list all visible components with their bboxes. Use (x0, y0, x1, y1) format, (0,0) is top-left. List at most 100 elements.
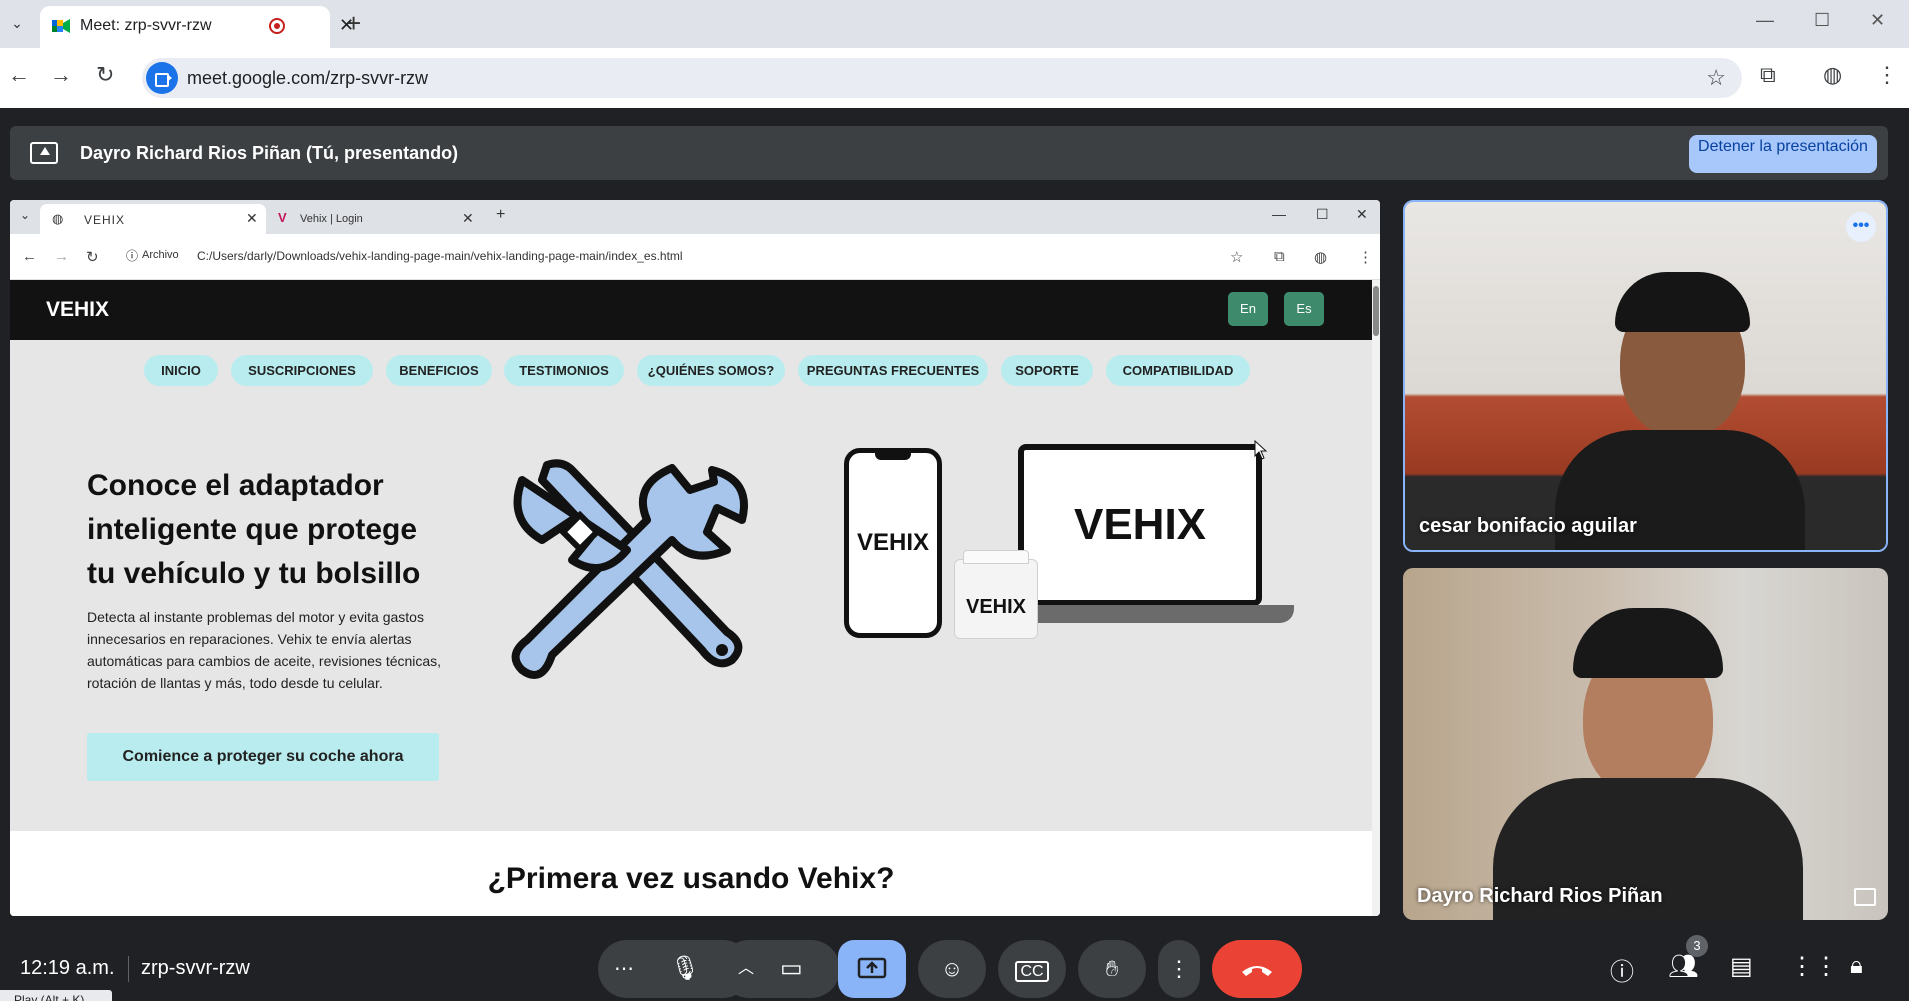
people-icon[interactable]: 👥︎ (1668, 952, 1698, 981)
raise-hand-button[interactable]: ✋︎ (1078, 940, 1146, 998)
shared-extensions-icon: ⧉ (1274, 248, 1285, 265)
phone-brand-text: VEHIX (856, 529, 930, 556)
device-brand-text: VEHIX (965, 596, 1027, 618)
captions-button[interactable]: CC (998, 940, 1066, 998)
present-screen-icon (30, 142, 58, 164)
info-icon: ⓘ (126, 249, 139, 263)
participant-name: cesar bonifacio aguilar (1419, 515, 1637, 537)
presenting-bar: Dayro Richard Rios Piñan (Tú, presentand… (10, 126, 1888, 180)
more-vert-icon: ⋮ (1168, 956, 1190, 981)
microphone-icon[interactable]: 🎙︎ (670, 940, 700, 998)
mouse-cursor-icon (1254, 440, 1268, 460)
participant-tile-cesar[interactable]: ••• cesar bonifacio aguilar (1403, 200, 1888, 552)
shared-tab-close-icon: ✕ (246, 210, 258, 226)
menu-item-quienes-somos: ¿QUIÉNES SOMOS? (637, 355, 785, 386)
minimize-icon[interactable]: — (1756, 10, 1774, 31)
menu-item-compatibilidad: COMPATIBILIDAD (1106, 355, 1250, 386)
more-options-icon[interactable]: ••• (1846, 212, 1876, 242)
leave-call-button[interactable] (1212, 940, 1302, 998)
meeting-details-icon[interactable]: ⓘ (1610, 952, 1634, 987)
shared-profile-icon: ◍ (1314, 249, 1328, 266)
menu-item-soporte: SOPORTE (1001, 355, 1093, 386)
present-screen-icon (857, 957, 887, 979)
site-info-icon[interactable] (146, 62, 178, 94)
address-bar[interactable]: meet.google.com/zrp-svvr-rzw ☆ (142, 58, 1742, 98)
menu-item-suscripciones: SUSCRIPCIONES (231, 355, 373, 386)
bookmark-star-icon[interactable]: ☆ (1706, 65, 1726, 91)
browser-menu-icon[interactable]: ⋮ (1876, 62, 1898, 88)
scrollbar-thumb (1373, 286, 1379, 336)
obd-device-illustration: VEHIX (954, 550, 1038, 639)
activities-icon[interactable]: ⋮⋮ (1790, 952, 1838, 981)
shared-maximize-icon: ☐ (1316, 206, 1329, 222)
google-meet-icon (52, 19, 70, 33)
shared-reload-icon: ↻ (86, 249, 99, 266)
host-controls-icon[interactable]: 🔒︎ (1850, 952, 1863, 980)
site-header: VEHIX En Es (10, 280, 1372, 340)
profile-avatar-icon[interactable]: ◍ (1823, 62, 1842, 88)
section-first-time: ¿Primera vez usando Vehix? (10, 831, 1372, 916)
captions-icon: CC (1015, 961, 1049, 982)
shared-tabstrip: ⌄ ◍ VEHIX ✕ V Vehix | Login ✕ + — ☐ ✕ (10, 200, 1380, 234)
maximize-icon[interactable]: ☐ (1814, 10, 1830, 31)
chat-icon[interactable]: ▤ (1730, 952, 1753, 981)
phone-illustration: VEHIX (844, 448, 942, 638)
present-screen-button[interactable] (838, 940, 906, 998)
hang-up-icon (1242, 966, 1272, 976)
url-text: meet.google.com/zrp-svvr-rzw (187, 68, 429, 88)
meeting-code: zrp-svvr-rzw (141, 957, 250, 979)
participant-tile-dayro[interactable]: Dayro Richard Rios Piñan (1403, 568, 1888, 920)
stop-presenting-button[interactable]: Detener la presentación (1689, 135, 1877, 173)
shared-screen: ⌄ ◍ VEHIX ✕ V Vehix | Login ✕ + — ☐ ✕ ← … (10, 200, 1380, 916)
site-logo: VEHIX (46, 298, 110, 321)
close-window-icon[interactable]: ✕ (1870, 10, 1885, 31)
shared-menu-icon: ⋮ (1358, 249, 1373, 266)
hero-title: Conoce el adaptador inteligente que prot… (87, 469, 421, 590)
forward-icon[interactable]: → (50, 62, 72, 88)
obd-device-top (963, 550, 1029, 564)
shared-tab-close-icon: ✕ (462, 210, 474, 226)
emoji-icon: ☺ (940, 956, 964, 981)
recording-indicator-icon (269, 18, 285, 34)
menu-item-inicio: INICIO (144, 355, 218, 386)
browser-tabstrip: ⌄ Meet: zrp-svvr-rzw ✕ + — ☐ ✕ (0, 0, 1909, 48)
shared-tab-title: Vehix | Login (300, 213, 363, 225)
reload-icon[interactable]: ↻ (96, 62, 114, 88)
meeting-clock: 12:19 a.m. (20, 957, 115, 979)
tab-list-chevron-icon[interactable]: ⌄ (6, 12, 28, 34)
shared-back-icon: ← (22, 248, 37, 265)
camera-options-chevron-icon[interactable]: ︿ (738, 940, 754, 998)
back-icon[interactable]: ← (8, 62, 30, 88)
section-first-time-title: ¿Primera vez usando Vehix? (487, 862, 895, 895)
laptop-screen-illustration: VEHIX (1018, 444, 1262, 606)
participant-name: Dayro Richard Rios Piñan (1417, 885, 1663, 907)
camera-icon[interactable]: ▭ (780, 940, 803, 998)
shared-tab-vehix: ◍ VEHIX ✕ (40, 204, 266, 234)
shared-tab-login: V Vehix | Login ✕ (266, 204, 486, 234)
wrench-tools-illustration-icon (511, 459, 748, 679)
menu-item-preguntas-frecuentes: PREGUNTAS FRECUENTES (798, 355, 988, 386)
menu-item-beneficios: BENEFICIOS (386, 355, 492, 386)
meeting-controls-bar: 12:19 a.m. zrp-svvr-rzw Play (Alt + K) ⋯… (0, 930, 1909, 1001)
reactions-button[interactable]: ☺ (918, 940, 986, 998)
shared-new-tab-icon: + (496, 206, 506, 223)
cta-button: Comience a proteger su coche ahora (87, 733, 439, 781)
divider (128, 956, 129, 982)
shared-tab-title: VEHIX (84, 213, 126, 227)
browser-tab-meet[interactable]: Meet: zrp-svvr-rzw ✕ (40, 6, 354, 48)
shared-star-icon: ☆ (1230, 249, 1244, 266)
lang-es-button: Es (1284, 292, 1324, 326)
more-options-button[interactable]: ⋮ (1158, 940, 1200, 998)
vehix-landing-page: VEHIX En Es INICIO SUSCRIPCIONES BENEFIC… (10, 280, 1372, 916)
pin-to-screen-icon[interactable] (1854, 888, 1876, 906)
shared-toolbar: ← → ↻ ⓘ Archivo C:/Users/darly/Downloads… (10, 234, 1380, 280)
shared-scrollbar (1372, 280, 1380, 916)
new-tab-button[interactable]: + (346, 8, 361, 39)
presenting-label: Dayro Richard Rios Piñan (Tú, presentand… (80, 143, 459, 163)
extensions-icon[interactable]: ⧉ (1760, 62, 1776, 88)
globe-icon: ◍ (52, 211, 64, 226)
tab-title: Meet: zrp-svvr-rzw (80, 17, 212, 34)
lang-en-button: En (1228, 292, 1268, 326)
play-shortcut-tooltip: Play (Alt + K) (0, 990, 112, 1001)
more-audio-options-icon[interactable]: ⋯ (614, 940, 634, 998)
